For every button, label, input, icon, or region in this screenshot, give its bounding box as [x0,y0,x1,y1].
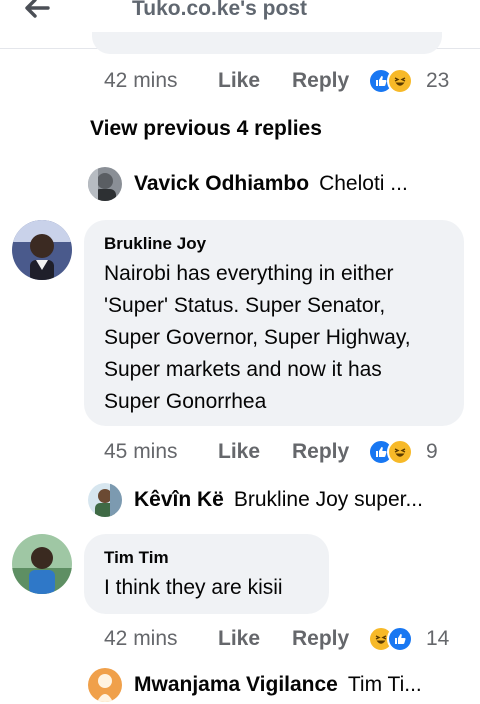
comment-author-name[interactable]: Tim Tim [104,548,169,568]
avatar [88,167,122,201]
view-previous-replies-link[interactable]: View previous 4 replies [90,117,322,141]
comment-time: 42 mins [104,627,178,650]
like-button[interactable]: Like [218,627,260,651]
comment-meta-row: 42 mins Like Reply 23 [104,66,449,96]
comment-author-name[interactable]: Brukline Joy [104,234,206,254]
comment-time: 45 mins [104,440,178,463]
reply-preview-text: Cheloti ... [319,172,408,195]
haha-icon [387,439,413,465]
reactions-summary[interactable] [368,439,413,465]
reply-button[interactable]: Reply [292,627,349,651]
comment-text: I think they are kisii [104,576,283,599]
reply-preview-text: Brukline Joy super... [233,488,423,511]
reply-author-name[interactable]: Vavick Odhiambo [134,172,309,196]
page-title: Tuko.co.ke's post [132,0,307,20]
reply-button[interactable]: Reply [292,440,349,464]
avatar[interactable] [12,534,72,594]
reaction-count: 14 [426,627,450,650]
comment-time: 42 mins [104,69,178,92]
comment-bubble: Brukline Joy Nairobi has everything in e… [84,220,464,426]
like-icon [387,626,413,652]
reply-author-name[interactable]: Mwanjama Vigilance [134,673,338,697]
avatar[interactable] [12,220,72,280]
like-button[interactable]: Like [218,69,260,93]
avatar [88,483,122,517]
reaction-count: 9 [426,440,438,463]
reply-preview-text: Tim Ti... [347,673,422,696]
reactions-summary[interactable] [368,68,413,94]
reply-preview[interactable]: Kêvîn Kë Brukline Joy super... [88,482,423,518]
comment-meta-row: 45 mins Like Reply 9 [104,437,438,467]
reply-button[interactable]: Reply [292,69,349,93]
reactions-summary[interactable] [368,626,413,652]
reaction-count: 23 [426,69,450,92]
comment-text: Nairobi has everything in either 'Super'… [104,262,411,413]
like-button[interactable]: Like [218,440,260,464]
reply-preview[interactable]: Mwanjama Vigilance Tim Ti... [88,667,422,703]
haha-icon [387,68,413,94]
reply-preview[interactable]: Vavick Odhiambo Cheloti ... [88,166,408,202]
comment-bubble: Tim Tim I think they are kisii [84,534,329,614]
comment-bubble-previous [92,32,442,54]
back-arrow-icon[interactable] [22,0,52,22]
avatar [88,668,122,702]
reply-author-name[interactable]: Kêvîn Kë [134,488,224,512]
comment-meta-row: 42 mins Like Reply 14 [104,624,449,654]
